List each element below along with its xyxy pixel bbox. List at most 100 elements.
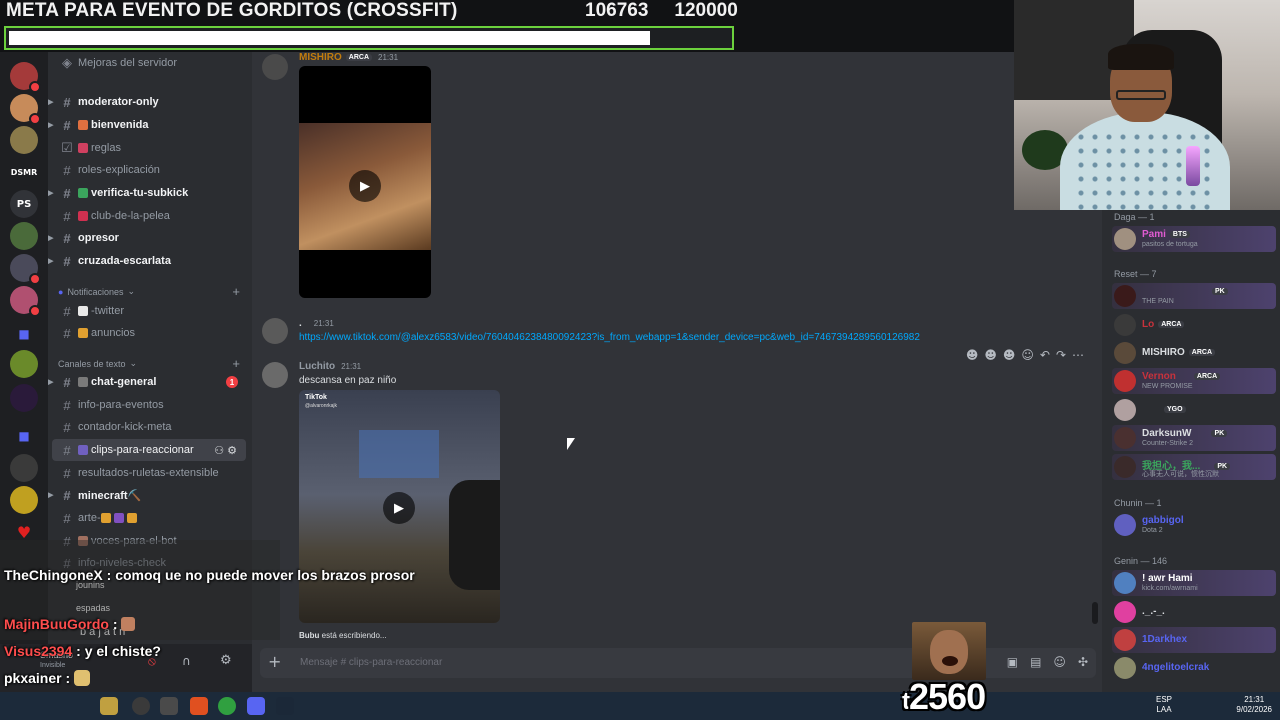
reply-icon[interactable]: ↶ [1040,348,1050,362]
member-name: gabbigol [1142,515,1184,526]
server-icon[interactable] [10,254,41,285]
emoji-picker-icon[interactable]: ☺ [1053,655,1066,669]
add-channel-icon[interactable]: + [232,356,240,371]
chat-scrollbar[interactable] [1092,602,1098,624]
avatar [1114,601,1136,623]
avatar[interactable] [262,318,288,344]
server-icon[interactable] [10,62,41,93]
emoji-icon [78,143,88,153]
server-icon[interactable] [10,454,38,482]
forward-icon[interactable]: ↷ [1056,348,1066,362]
add-reaction-icon[interactable]: ☺ [1021,348,1034,362]
mouse-cursor-icon [567,438,575,450]
play-icon[interactable]: ▶ [383,492,415,524]
server-icon-ps[interactable]: PS [10,190,38,218]
channel-info-para-eventos[interactable]: # info-para-eventos [52,394,246,416]
channel-chat-general[interactable]: ▶ # chat-general 1 [48,371,246,393]
member-name: ._.-_. [1142,606,1165,617]
play-icon[interactable]: ▶ [349,170,381,202]
category-notificaciones[interactable]: ● Notificaciones ⌄ + [58,284,244,299]
avatar[interactable] [262,362,288,388]
channel-label: chat-general [91,376,157,388]
member-item[interactable]: ._.-_. [1112,599,1276,625]
tiktok-watermark: TikTok [305,394,327,401]
message-text: descansa en paz niño [299,375,397,386]
member-item[interactable]: Vernon ARCA NEW PROMISE [1112,368,1276,394]
member-item[interactable]: MISHIRO ARCA [1112,340,1276,366]
member-item[interactable]: YGO [1112,397,1276,423]
channel-bienvenida[interactable]: ▶ # bienvenida [48,114,246,136]
server-icon[interactable] [10,486,38,514]
avatar [1114,285,1136,307]
boost-icon: ◈ [62,55,72,70]
brave-icon[interactable] [190,697,208,715]
member-item[interactable]: 1Darkhex [1112,627,1276,653]
channel-cruzada-escarlata[interactable]: ▶ # cruzada-escarlata [48,250,246,272]
composer-channel: clips-para-reaccionar [348,657,443,668]
server-boost-item[interactable]: ◈ Mejoras del servidor [52,52,246,74]
member-item[interactable]: gabbigol Dota 2 [1112,512,1276,538]
category-canales-de-texto[interactable]: Canales de texto ⌄ + [58,356,244,371]
server-icon[interactable] [10,222,38,250]
chat-user: pkxainer [4,670,62,686]
channel-twitter[interactable]: # -twitter [52,300,246,322]
system-clock[interactable]: 21:31 9/02/2026 [1236,695,1272,715]
member-item[interactable]: 4ngelitoelcrak [1112,655,1276,681]
member-item[interactable]: 我担心，我... PK 心事无人可说，惯性沉默 [1112,454,1276,480]
stream-chat-line: pkxainer : [4,670,91,686]
channel-resultados-ruletas[interactable]: # resultados-ruletas-extensible [52,462,246,484]
channel-clips-para-reaccionar[interactable]: # clips-para-reaccionar ⚇⚙ [52,439,246,461]
sticker-icon[interactable]: ▤ [1030,655,1041,669]
channel-opresor[interactable]: ▶ # opresor [48,227,246,249]
member-item[interactable]: Pami BTS pasitos de tortuga [1112,226,1276,252]
channel-roles-explicacion[interactable]: # roles-explicación [52,159,246,181]
member-item[interactable]: ! awr Hami kick.com/awrnami [1112,570,1276,596]
channel-contador-kick-meta[interactable]: # contador-kick-meta [52,416,246,438]
add-channel-icon[interactable]: + [232,284,240,299]
reaction-emoji-icon[interactable]: ☻ [984,348,997,362]
server-icon[interactable] [10,286,41,317]
video-embed[interactable]: TikTok @alvaronrkajk ▶ [299,390,500,623]
message-author[interactable]: MISHIRO ARCA 21:31 [299,52,398,63]
server-icon[interactable] [10,350,38,378]
server-icon[interactable] [10,384,38,412]
tiktok-link[interactable]: https://www.tiktok.com/@alexz6583/video/… [299,332,920,343]
member-item[interactable]: PK THE PAIN [1112,283,1276,309]
server-icon[interactable] [10,126,38,154]
gif-icon[interactable]: ▣ [1007,655,1018,669]
guild-tag: ARCA [1158,321,1185,328]
message-author[interactable]: Luchito 21:31 [299,361,361,372]
channel-minecraft[interactable]: ▶ # minecraft⛏️ [48,484,246,506]
taskbar-app-icon[interactable] [132,697,150,715]
member-item[interactable]: Lo ARCA [1112,312,1276,338]
folder-icon[interactable]: ■ [10,320,38,348]
channel-club-de-la-pelea[interactable]: # club-de-la-pelea [52,205,246,227]
channel-anuncios[interactable]: # anuncios [52,322,246,344]
language-indicator[interactable]: ESP LAA [1156,695,1172,715]
note-emoji-icon [78,306,88,316]
message-author[interactable]: . 21:31 [299,318,334,329]
stream-chat-line: TheChingoneX : comoq ue no puede mover l… [4,567,415,583]
taskbar-app-icon[interactable] [160,697,178,715]
reaction-emoji-icon[interactable]: ☻ [966,348,979,362]
channel-moderator-only[interactable]: ▶ # moderator-only [48,91,246,113]
server-icon[interactable] [10,94,41,125]
taskbar-app-icon[interactable] [100,697,118,715]
emoji-icon [78,120,88,130]
reaction-emoji-icon[interactable]: ☻ [1003,348,1016,362]
folder-icon[interactable]: ■ [10,422,38,450]
apps-icon[interactable]: ✣ [1078,655,1088,669]
steam-icon[interactable] [276,697,294,715]
avatar[interactable] [262,54,288,80]
channel-reglas[interactable]: ☑ reglas [52,137,246,159]
channel-verifica-tu-subkick[interactable]: ▶ # verifica-tu-subkick [48,182,246,204]
channel-settings-icons[interactable]: ⚇⚙ [214,444,240,457]
more-icon[interactable]: ⋯ [1072,348,1084,362]
channel-arte[interactable]: # arte- [52,507,246,529]
chrome-icon[interactable] [218,697,236,715]
video-embed[interactable]: ▶ [299,66,431,298]
discord-icon[interactable] [247,697,265,715]
member-item[interactable]: DarksunW PK Counter-Strike 2 [1112,425,1276,451]
channel-label: moderator-only [78,96,159,108]
server-icon-dsmr[interactable]: DSMR [10,158,38,186]
